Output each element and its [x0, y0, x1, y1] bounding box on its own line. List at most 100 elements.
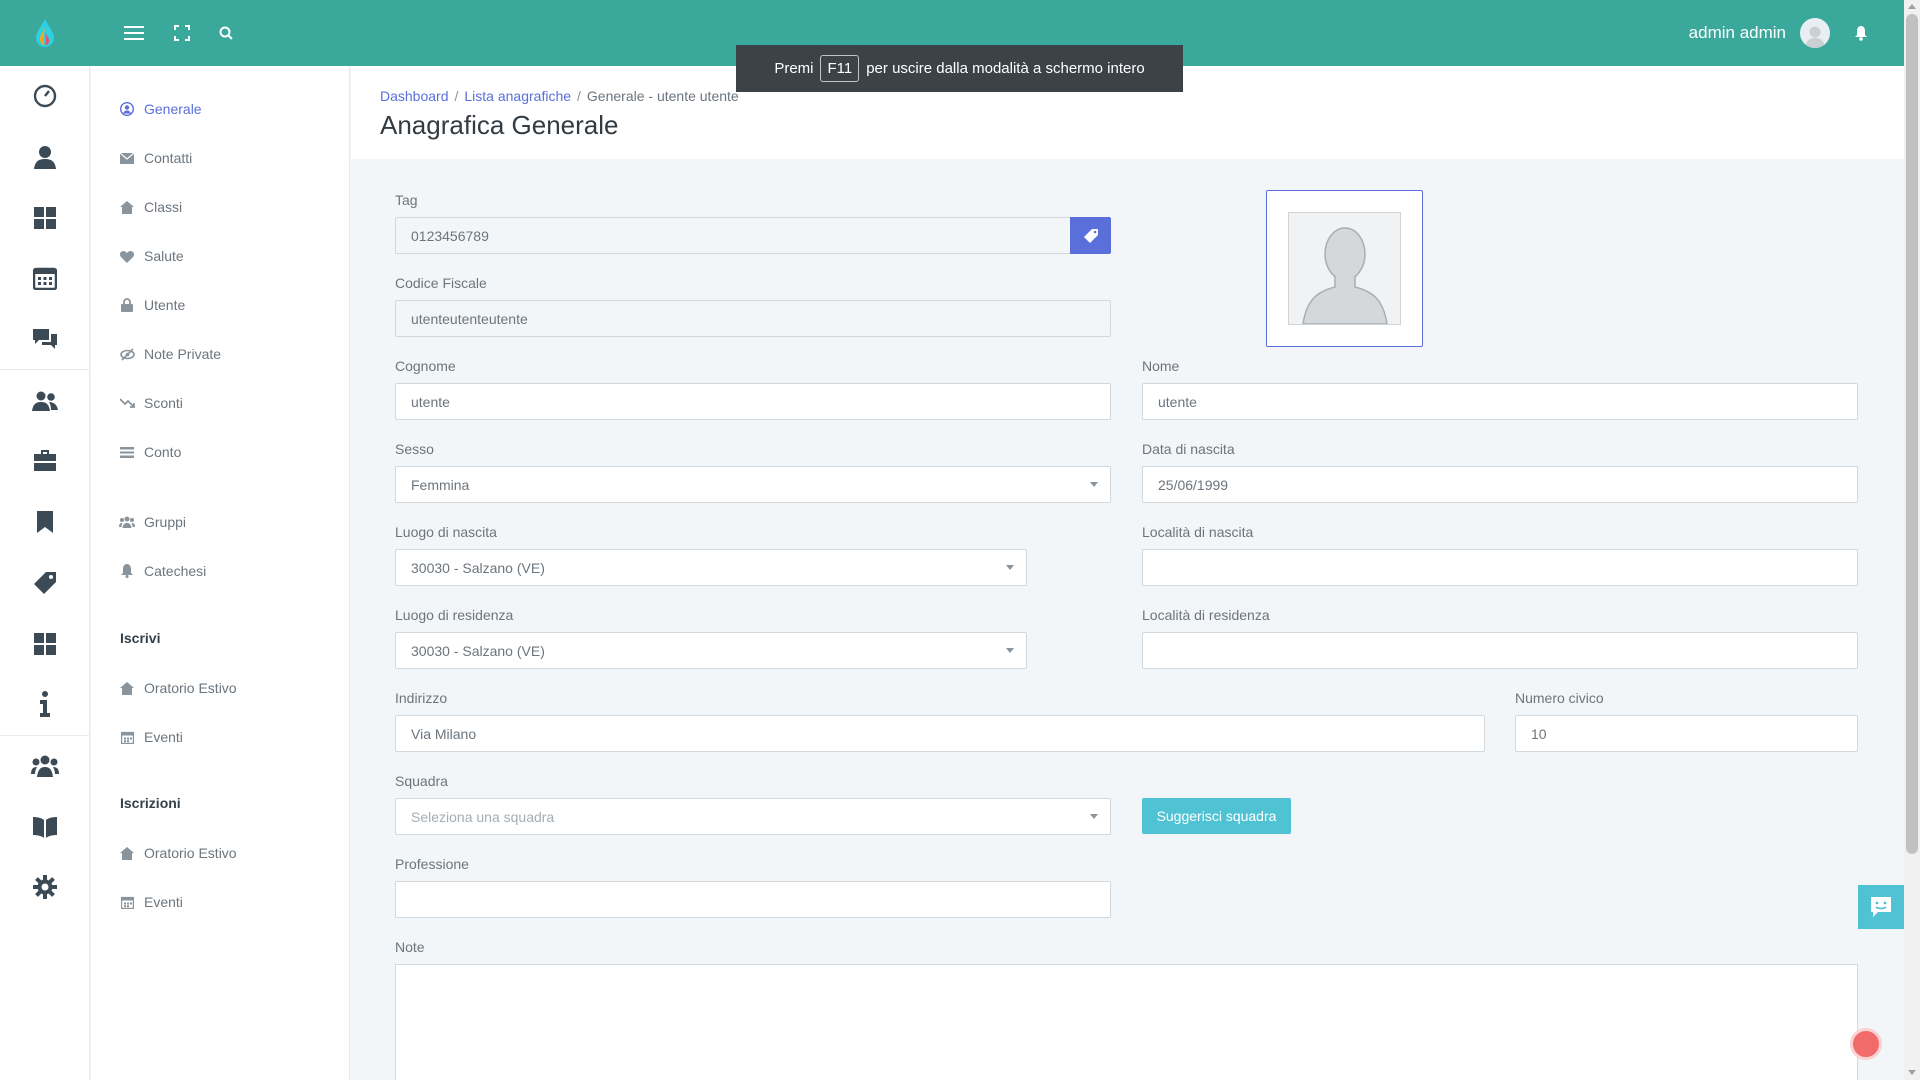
chat-icon[interactable] — [0, 309, 90, 370]
luogo-nascita-value: 30030 - Salzano (VE) — [411, 559, 545, 576]
breadcrumb-lista-anagrafiche[interactable]: Lista anagrafiche — [464, 88, 571, 104]
submenu-item-conto[interactable]: Conto — [119, 444, 181, 460]
tag-value: 0123456789 — [411, 227, 489, 244]
submenu-label: Gruppi — [144, 514, 187, 530]
professione-input[interactable] — [395, 881, 1111, 918]
submenu-item-note-private[interactable]: Note Private — [119, 346, 221, 362]
submenu-item-generale[interactable]: Generale — [119, 101, 202, 117]
tag-icon[interactable] — [0, 553, 90, 614]
calendar-icon[interactable] — [0, 248, 90, 309]
sesso-label: Sesso — [395, 441, 434, 457]
trend-down-icon — [119, 395, 135, 411]
submenu-item-catechesi[interactable]: Catechesi — [119, 563, 206, 579]
data-nascita-label: Data di nascita — [1142, 441, 1235, 457]
submenu-label: Catechesi — [144, 563, 207, 579]
drop-logo-icon — [36, 19, 54, 47]
envelope-icon — [119, 150, 135, 166]
chevron-down-icon — [1090, 814, 1098, 819]
codice-fiscale-value: utenteutenteutente — [411, 310, 528, 327]
users-icon — [119, 514, 135, 530]
chevron-down-icon — [1006, 648, 1014, 653]
group-icon[interactable] — [0, 736, 90, 797]
users-icon[interactable] — [0, 370, 90, 431]
scrollbar-thumb[interactable] — [1906, 14, 1918, 854]
nome-input[interactable]: utente — [1142, 383, 1858, 420]
submenu-item-salute[interactable]: Salute — [119, 248, 184, 264]
numero-civico-value: 10 — [1531, 725, 1547, 742]
squadra-placeholder: Seleziona una squadra — [411, 808, 555, 825]
data-nascita-input[interactable]: 25/06/1999 — [1142, 466, 1858, 503]
squadra-select[interactable]: Seleziona una squadra — [395, 798, 1111, 835]
cognome-value: utente — [411, 393, 450, 410]
suggerisci-squadra-button[interactable]: Suggerisci squadra — [1142, 798, 1291, 834]
codice-fiscale-input[interactable]: utenteutenteutente — [395, 300, 1111, 337]
localita-nascita-input[interactable] — [1142, 549, 1858, 586]
app-logo[interactable] — [0, 0, 90, 66]
breadcrumb-dashboard[interactable]: Dashboard — [380, 88, 449, 104]
sub-menu: Generale Contatti Classi Salute Utente N… — [91, 66, 350, 1080]
user-icon[interactable] — [0, 127, 90, 188]
tag-input[interactable]: 0123456789 — [395, 217, 1071, 254]
sesso-select[interactable]: Femmina — [395, 466, 1111, 503]
submenu-item-iscrizioni-eventi[interactable]: Eventi — [119, 894, 183, 910]
fullscreen-notice-after: per uscire dalla modalità a schermo inte… — [866, 60, 1145, 77]
submenu-label: Contatti — [144, 150, 193, 166]
submenu-label: Classi — [144, 199, 183, 215]
submenu-label: Oratorio Estivo — [144, 680, 237, 696]
gear-icon[interactable] — [0, 857, 90, 918]
eye-slash-icon — [119, 346, 135, 362]
avatar[interactable] — [1800, 18, 1830, 48]
menu-icon[interactable] — [114, 0, 154, 66]
scroll-up-arrow[interactable] — [1908, 4, 1916, 9]
info-icon[interactable] — [0, 674, 90, 735]
dashboard-gauge-icon[interactable] — [0, 66, 90, 127]
bookmark-icon[interactable] — [0, 492, 90, 553]
lock-icon — [119, 297, 135, 313]
breadcrumb: Dashboard / Lista anagrafiche / Generale… — [380, 88, 739, 104]
submenu-item-contatti[interactable]: Contatti — [119, 150, 192, 166]
luogo-nascita-select[interactable]: 30030 - Salzano (VE) — [395, 549, 1027, 586]
submenu-item-gruppi[interactable]: Gruppi — [119, 514, 186, 530]
submenu-item-iscrivi-oratorio[interactable]: Oratorio Estivo — [119, 680, 237, 696]
tag-label: Tag — [395, 192, 418, 208]
note-textarea[interactable] — [395, 964, 1858, 1080]
submenu-item-iscrivi-eventi[interactable]: Eventi — [119, 729, 183, 745]
grid-icon[interactable] — [0, 187, 90, 248]
profile-photo[interactable] — [1266, 190, 1423, 347]
luogo-residenza-select[interactable]: 30030 - Salzano (VE) — [395, 632, 1027, 669]
indirizzo-input[interactable]: Via Milano — [395, 715, 1485, 752]
page-title: Anagrafica Generale — [380, 110, 619, 140]
localita-nascita-label: Località di nascita — [1142, 524, 1254, 540]
search-icon[interactable] — [206, 0, 246, 66]
submenu-item-utente[interactable]: Utente — [119, 297, 185, 313]
tag-button[interactable] — [1070, 217, 1111, 254]
fullscreen-notice-key: F11 — [820, 55, 860, 82]
scroll-down-arrow[interactable] — [1908, 1070, 1916, 1075]
localita-residenza-input[interactable] — [1142, 632, 1858, 669]
submenu-item-classi[interactable]: Classi — [119, 199, 182, 215]
submenu-label: Generale — [144, 101, 202, 117]
briefcase-icon[interactable] — [0, 431, 90, 492]
help-bubble-button[interactable] — [1850, 1028, 1882, 1060]
apps-icon[interactable] — [0, 613, 90, 674]
user-name[interactable]: admin admin — [1689, 23, 1786, 43]
submenu-label: Salute — [144, 248, 184, 264]
home-icon — [119, 199, 135, 215]
cognome-label: Cognome — [395, 358, 456, 374]
breadcrumb-current: Generale - utente utente — [586, 88, 739, 104]
bell-icon[interactable] — [1854, 25, 1868, 41]
submenu-label: Note Private — [144, 346, 222, 362]
chat-widget-button[interactable] — [1858, 885, 1904, 929]
submenu-item-sconti[interactable]: Sconti — [119, 395, 183, 411]
indirizzo-label: Indirizzo — [395, 690, 448, 706]
submenu-item-iscrizioni-oratorio[interactable]: Oratorio Estivo — [119, 845, 237, 861]
nome-value: utente — [1158, 393, 1197, 410]
numero-civico-input[interactable]: 10 — [1515, 715, 1858, 752]
cognome-input[interactable]: utente — [395, 383, 1111, 420]
credit-card-icon — [119, 444, 135, 460]
fullscreen-icon[interactable] — [162, 0, 202, 66]
book-icon[interactable] — [0, 796, 90, 857]
submenu-label: Eventi — [144, 729, 183, 745]
submenu-heading-iscrivi: Iscrivi — [120, 630, 161, 646]
indirizzo-value: Via Milano — [411, 725, 477, 742]
